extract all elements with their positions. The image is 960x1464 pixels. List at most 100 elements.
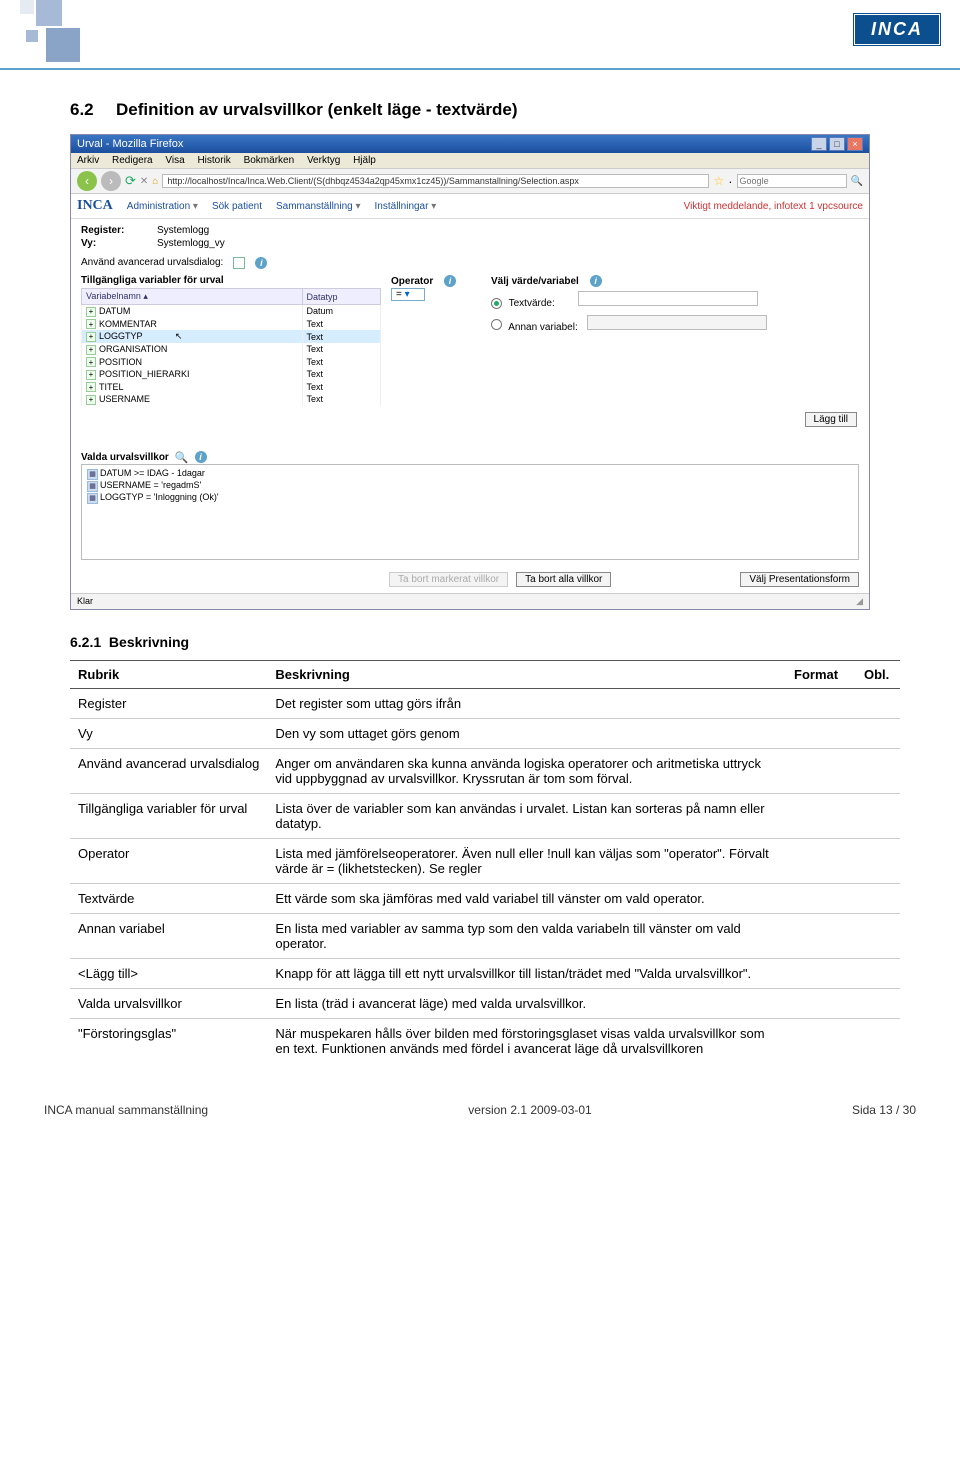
table-row: TextvärdeEtt värde som ska jämföras med … bbox=[70, 883, 900, 913]
table-row[interactable]: +LOGGTYP ↖Text bbox=[82, 330, 381, 343]
remove-selected-button[interactable]: Ta bort markerat villkor bbox=[389, 572, 508, 587]
table-row: VyDen vy som uttaget görs genom bbox=[70, 718, 900, 748]
valda-listbox[interactable]: ▦DATUM >= IDAG - 1dagar ▦USERNAME = 'reg… bbox=[81, 464, 859, 560]
info-icon[interactable]: i bbox=[590, 275, 602, 287]
menu-verktyg[interactable]: Verktyg bbox=[307, 155, 340, 166]
search-go-icon[interactable]: 🔍 bbox=[851, 176, 863, 187]
menu-sammanstallning[interactable]: Sammanställning bbox=[276, 201, 361, 212]
plus-icon[interactable]: + bbox=[86, 357, 96, 367]
plus-icon[interactable]: + bbox=[86, 345, 96, 355]
inca-logo-badge: INCA bbox=[854, 14, 940, 45]
chevron-down-icon: ▾ bbox=[405, 289, 410, 300]
menu-sok-patient[interactable]: Sök patient bbox=[212, 201, 262, 212]
browser-screenshot: Urval - Mozilla Firefox _ □ × Arkiv Redi… bbox=[70, 134, 870, 610]
operator-label: Operator bbox=[391, 276, 433, 287]
menu-visa[interactable]: Visa bbox=[165, 155, 184, 166]
vy-label: Vy: bbox=[81, 238, 147, 249]
description-table: Rubrik Beskrivning Format Obl. RegisterD… bbox=[70, 660, 900, 1063]
th-rubrik: Rubrik bbox=[70, 660, 267, 688]
plus-icon[interactable]: + bbox=[86, 319, 96, 329]
table-row[interactable]: +TITELText bbox=[82, 381, 381, 394]
list-item[interactable]: ▦LOGGTYP = 'Inloggning (Ok)' bbox=[85, 492, 855, 504]
status-text: Klar bbox=[77, 596, 93, 607]
plus-icon[interactable]: + bbox=[86, 370, 96, 380]
annan-radio[interactable] bbox=[491, 319, 502, 330]
search-box[interactable] bbox=[737, 174, 847, 188]
forward-button[interactable]: › bbox=[101, 171, 121, 191]
lagg-till-button[interactable]: Lägg till bbox=[805, 412, 857, 427]
magnifier-icon[interactable]: 🔍 bbox=[175, 451, 189, 464]
browser-navbar: ‹ › ⟳ ✕ ⌂ http://localhost/Inca/Inca.Web… bbox=[71, 169, 869, 194]
remove-all-button[interactable]: Ta bort alla villkor bbox=[516, 572, 611, 587]
advanced-checkbox[interactable] bbox=[233, 257, 245, 269]
search-engine-icon[interactable]: · bbox=[728, 174, 732, 189]
table-row: Valda urvalsvillkorEn lista (träd i avan… bbox=[70, 988, 900, 1018]
item-icon: ▦ bbox=[87, 493, 98, 504]
table-row[interactable]: +USERNAMEText bbox=[82, 393, 381, 406]
reload-icon[interactable]: ⟳ bbox=[125, 173, 136, 189]
app-menu: INCA Administration Sök patient Sammanst… bbox=[71, 194, 869, 219]
table-row: <Lägg till>Knapp för att lägga till ett … bbox=[70, 958, 900, 988]
plus-icon[interactable]: + bbox=[86, 307, 96, 317]
bookmark-icon[interactable]: ☆ bbox=[713, 174, 724, 188]
table-row[interactable]: +KOMMENTARText bbox=[82, 318, 381, 331]
list-item[interactable]: ▦USERNAME = 'regadmS' bbox=[85, 480, 855, 492]
browser-statusbar: Klar ◢ bbox=[71, 593, 869, 609]
th-format: Format bbox=[786, 660, 856, 688]
plus-icon[interactable]: + bbox=[86, 332, 96, 342]
operator-select[interactable]: = ▾ bbox=[391, 288, 425, 301]
footer-right: Sida 13 / 30 bbox=[852, 1103, 916, 1117]
register-label: Register: bbox=[81, 225, 147, 236]
window-controls: _ □ × bbox=[811, 137, 863, 151]
textvarde-label: Textvärde: bbox=[509, 298, 555, 309]
list-item[interactable]: ▦DATUM >= IDAG - 1dagar bbox=[85, 468, 855, 480]
annan-label: Annan variabel: bbox=[508, 322, 578, 333]
section-number: 6.2 bbox=[70, 100, 116, 120]
menu-bokmarken[interactable]: Bokmärken bbox=[244, 155, 295, 166]
back-button[interactable]: ‹ bbox=[77, 171, 97, 191]
plus-icon[interactable]: + bbox=[86, 395, 96, 405]
info-icon[interactable]: i bbox=[195, 451, 207, 463]
valj-label: Välj värde/variabel bbox=[491, 276, 579, 287]
address-bar[interactable]: http://localhost/Inca/Inca.Web.Client/(S… bbox=[162, 174, 709, 188]
vy-value: Systemlogg_vy bbox=[157, 238, 225, 249]
info-icon[interactable]: i bbox=[255, 257, 267, 269]
presentation-button[interactable]: Välj Presentationsform bbox=[740, 572, 859, 587]
menu-administration[interactable]: Administration bbox=[127, 201, 198, 212]
table-row: Tillgängliga variabler för urvalLista öv… bbox=[70, 793, 900, 838]
item-icon: ▦ bbox=[87, 469, 98, 480]
table-row[interactable]: +POSITION_HIERARKIText bbox=[82, 368, 381, 381]
info-icon[interactable]: i bbox=[444, 275, 456, 287]
register-value: Systemlogg bbox=[157, 225, 209, 236]
home-icon[interactable]: ⌂ bbox=[152, 176, 158, 187]
table-row[interactable]: +POSITIONText bbox=[82, 356, 381, 369]
stop-icon[interactable]: ✕ bbox=[140, 176, 148, 187]
browser-menubar: Arkiv Redigera Visa Historik Bokmärken V… bbox=[71, 153, 869, 169]
menu-redigera[interactable]: Redigera bbox=[112, 155, 153, 166]
advanced-label: Använd avancerad urvalsdialog: bbox=[81, 257, 223, 269]
textvarde-input[interactable] bbox=[578, 291, 758, 306]
item-icon: ▦ bbox=[87, 481, 98, 492]
annan-select[interactable] bbox=[587, 315, 767, 330]
window-titlebar: Urval - Mozilla Firefox _ □ × bbox=[71, 135, 869, 153]
cursor-icon: ↖ bbox=[175, 331, 183, 341]
minimize-icon[interactable]: _ bbox=[811, 137, 827, 151]
resize-grip-icon[interactable]: ◢ bbox=[856, 596, 863, 607]
col-datatyp[interactable]: Datatyp bbox=[302, 289, 380, 305]
table-row[interactable]: +DATUMDatum bbox=[82, 305, 381, 318]
info-block: Register: Systemlogg Vy: Systemlogg_vy Anv… bbox=[71, 219, 869, 273]
close-icon[interactable]: × bbox=[847, 137, 863, 151]
plus-icon[interactable]: + bbox=[86, 382, 96, 392]
subsection-title-text: Beskrivning bbox=[109, 634, 189, 650]
page-footer: INCA manual sammanställning version 2.1 … bbox=[0, 1103, 960, 1147]
maximize-icon[interactable]: □ bbox=[829, 137, 845, 151]
textvarde-radio[interactable] bbox=[491, 298, 502, 309]
menu-installningar[interactable]: Inställningar bbox=[375, 201, 437, 212]
window-title: Urval - Mozilla Firefox bbox=[77, 138, 183, 150]
menu-arkiv[interactable]: Arkiv bbox=[77, 155, 99, 166]
menu-hjalp[interactable]: Hjälp bbox=[353, 155, 376, 166]
col-variabelnamn[interactable]: Variabelnamn ▴ bbox=[82, 289, 303, 305]
table-row[interactable]: +ORGANISATIONText bbox=[82, 343, 381, 356]
notice-text: Viktigt meddelande, infotext 1 vpcsource bbox=[684, 201, 863, 212]
menu-historik[interactable]: Historik bbox=[197, 155, 230, 166]
